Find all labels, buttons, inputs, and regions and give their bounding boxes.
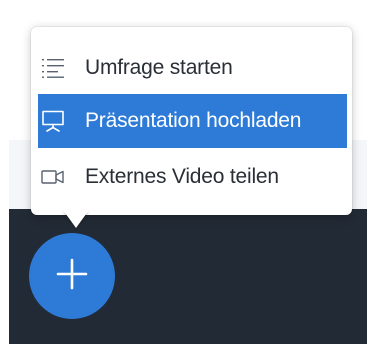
menu-item-start-poll[interactable]: Umfrage starten [38, 41, 347, 95]
plus-icon [55, 257, 89, 296]
menu-item-label: Externes Video teilen [85, 165, 279, 188]
presentation-icon [41, 110, 65, 132]
menu-item-label: Präsentation hochladen [85, 109, 302, 132]
app-stage: Umfrage starten Präsentation hochladen E… [0, 0, 367, 344]
menu-pointer-arrow [63, 210, 89, 228]
video-camera-icon [41, 166, 65, 188]
menu-item-label: Umfrage starten [85, 56, 233, 79]
add-actions-button[interactable] [29, 233, 115, 319]
menu-item-upload-presentation[interactable]: Präsentation hochladen [38, 94, 347, 148]
menu-item-share-external-video[interactable]: Externes Video teilen [38, 150, 347, 204]
poll-list-icon [41, 57, 65, 79]
